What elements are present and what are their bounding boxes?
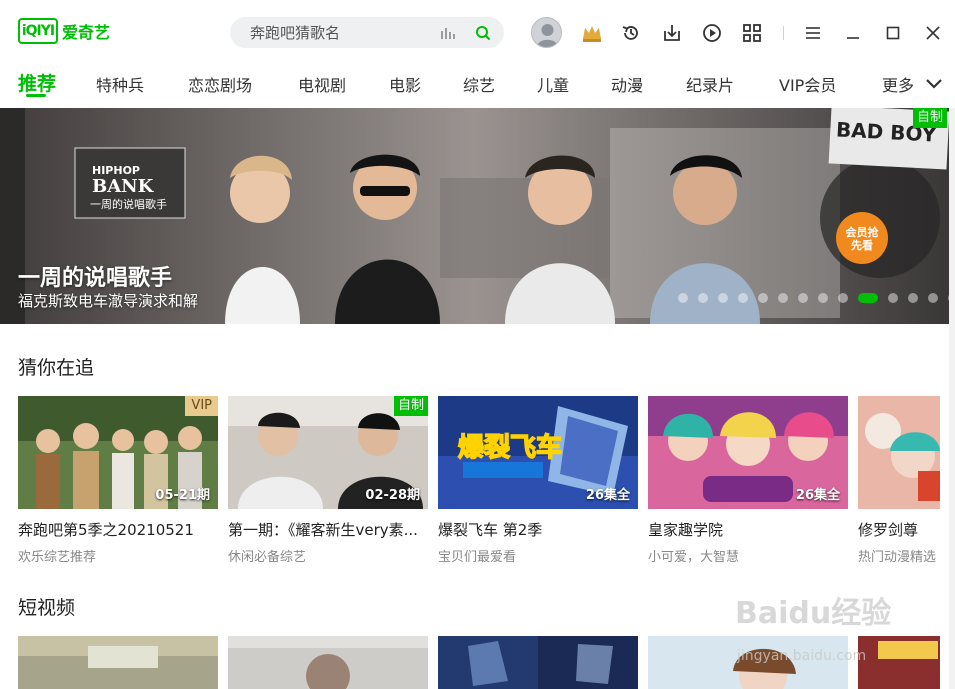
tab-romance-theater[interactable]: 恋恋剧场 <box>188 72 252 96</box>
carousel-dot[interactable] <box>758 293 768 303</box>
tab-more[interactable]: 更多 <box>882 72 914 96</box>
carousel-indicators <box>678 293 949 303</box>
download-icon[interactable] <box>661 22 683 44</box>
hero-banner[interactable]: HIPHOP BANK 一周的说唱歌手 BAD BOY 会员抢先看 自制 一周的… <box>0 108 949 324</box>
tab-documentary[interactable]: 纪录片 <box>686 72 734 96</box>
tab-tv-series[interactable]: 电视剧 <box>298 72 346 96</box>
video-subtitle: 欢乐综艺推荐 <box>18 550 97 565</box>
video-subtitle: 宝贝们最爱看 <box>438 550 517 565</box>
video-title[interactable]: 皇家趣学院 <box>648 519 848 540</box>
tab-variety[interactable]: 综艺 <box>463 72 495 96</box>
vip-badge: VIP <box>185 396 218 416</box>
logo-text: 爱奇艺 <box>62 23 111 42</box>
tab-movies[interactable]: 电影 <box>389 72 421 96</box>
carousel-dot[interactable] <box>738 293 748 303</box>
banner-title[interactable]: 一周的说唱歌手 <box>18 260 172 292</box>
search-icon[interactable] <box>475 25 491 41</box>
tab-special-forces[interactable]: 特种兵 <box>96 72 144 96</box>
carousel-dot[interactable] <box>678 293 688 303</box>
short-video-thumbnail[interactable] <box>438 636 638 689</box>
video-card[interactable]: 爆裂飞车 26集全 爆裂飞车 第2季 宝贝们最爱看 <box>438 396 638 565</box>
carousel-dot[interactable] <box>888 293 898 303</box>
carousel-dot[interactable] <box>718 293 728 303</box>
tab-vip-member[interactable]: VIP会员 <box>779 72 836 96</box>
video-title[interactable]: 爆裂飞车 第2季 <box>438 519 638 540</box>
play-record-icon[interactable] <box>701 22 723 44</box>
carousel-dot[interactable] <box>928 293 938 303</box>
episode-label: 02-28期 <box>365 488 420 503</box>
search-input[interactable] <box>250 21 430 44</box>
carousel-dot[interactable] <box>818 293 828 303</box>
divider <box>783 26 784 40</box>
episode-label: 05-21期 <box>155 488 210 503</box>
banner-subtitle: 福克斯致电车澈导演求和解 <box>18 292 199 310</box>
carousel-dot[interactable] <box>858 293 878 303</box>
carousel-dot[interactable] <box>838 293 848 303</box>
original-badge: 自制 <box>393 396 428 416</box>
avatar[interactable] <box>531 17 562 48</box>
section-title-short-video: 短视频 <box>18 597 76 619</box>
title-bar: iQIYI 爱奇艺 <box>0 0 955 64</box>
video-title[interactable]: 修罗剑尊 <box>858 519 940 540</box>
video-card[interactable]: 修罗剑尊 热门动漫精选 <box>858 396 940 565</box>
voice-search-icon[interactable] <box>440 25 456 41</box>
video-subtitle: 热门动漫精选 <box>858 550 937 565</box>
video-thumbnail[interactable] <box>858 396 940 509</box>
carousel-dot[interactable] <box>798 293 808 303</box>
tab-anime[interactable]: 动漫 <box>611 72 643 96</box>
svg-text:爆裂飞车: 爆裂飞车 <box>458 432 562 463</box>
chevron-down-icon[interactable] <box>925 75 943 94</box>
video-thumbnail[interactable]: 自制 02-28期 <box>228 396 428 509</box>
tab-kids[interactable]: 儿童 <box>537 72 569 96</box>
episode-label: 26集全 <box>585 488 630 503</box>
original-badge: 自制 <box>913 108 948 128</box>
episode-label: 26集全 <box>795 488 840 503</box>
carousel-dot[interactable] <box>778 293 788 303</box>
watermark-url: jingyan.baidu.com <box>737 648 867 664</box>
banner-logo-bank: BANK <box>92 176 154 197</box>
vip-crown-icon[interactable] <box>581 22 603 44</box>
video-subtitle: 小可爱，大智慧 <box>648 550 740 565</box>
page-scrollbar[interactable] <box>949 108 955 689</box>
video-title[interactable]: 奔跑吧第5季之20210521 <box>18 519 218 540</box>
short-video-thumbnail[interactable] <box>228 636 428 689</box>
banner-logo-subtitle: 一周的说唱歌手 <box>90 198 167 211</box>
short-video-thumbnail[interactable] <box>18 636 218 689</box>
logo-mark: iQIYI <box>18 18 58 44</box>
minimize-icon[interactable] <box>842 22 864 44</box>
close-icon[interactable] <box>922 22 944 44</box>
video-card[interactable]: 自制 02-28期 第一期：《耀客新生very素... 休闲必备综艺 <box>228 396 428 565</box>
history-icon[interactable] <box>620 22 642 44</box>
video-title[interactable]: 第一期：《耀客新生very素... <box>228 519 428 540</box>
watermark: Baidu经验 <box>735 596 892 631</box>
video-thumbnail[interactable]: 26集全 <box>648 396 848 509</box>
channel-tabs: 推荐 特种兵 恋恋剧场 电视剧 电影 综艺 儿童 动漫 纪录片 VIP会员 更多 <box>0 64 955 108</box>
banner-member-badge: 会员抢先看 <box>845 226 879 252</box>
video-thumbnail[interactable]: 爆裂飞车 26集全 <box>438 396 638 509</box>
menu-icon[interactable] <box>802 22 824 44</box>
video-subtitle: 休闲必备综艺 <box>228 550 307 565</box>
search-bar <box>230 17 504 48</box>
short-video-thumbnail[interactable] <box>858 636 940 689</box>
apps-grid-icon[interactable] <box>741 22 763 44</box>
carousel-dot[interactable] <box>698 293 708 303</box>
maximize-icon[interactable] <box>882 22 904 44</box>
video-thumbnail[interactable]: VIP 05-21期 <box>18 396 218 509</box>
section-title-guess: 猜你在追 <box>18 357 95 379</box>
video-card[interactable]: VIP 05-21期 奔跑吧第5季之20210521 欢乐综艺推荐 <box>18 396 218 565</box>
video-card[interactable]: 26集全 皇家趣学院 小可爱，大智慧 <box>648 396 848 565</box>
active-tab-indicator <box>26 94 46 97</box>
app-logo[interactable]: iQIYI 爱奇艺 <box>18 18 110 44</box>
carousel-dot[interactable] <box>908 293 918 303</box>
tab-recommend[interactable]: 推荐 <box>18 69 56 96</box>
